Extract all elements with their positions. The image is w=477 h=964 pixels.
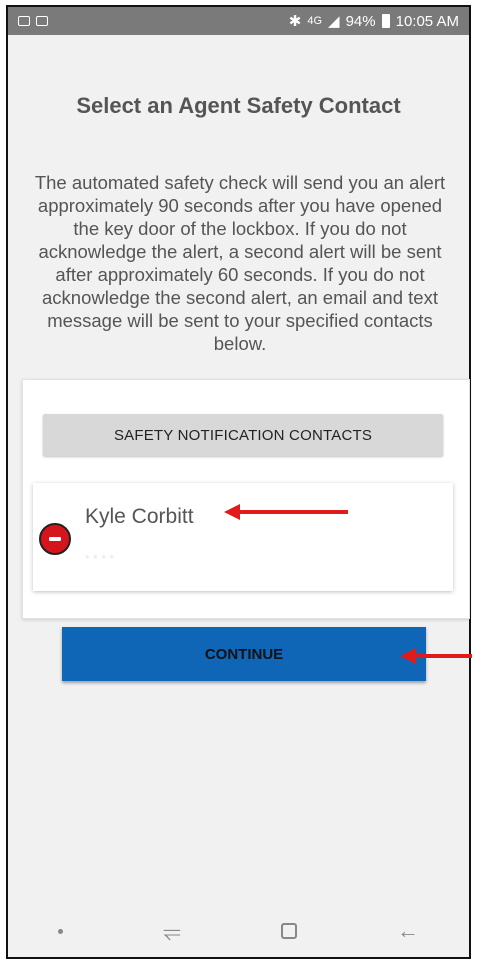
- image-icon: [36, 16, 48, 26]
- contacts-card: SAFETY NOTIFICATION CONTACTS Kyle Corbit…: [22, 379, 470, 619]
- home-icon[interactable]: [280, 923, 297, 939]
- battery-icon: [381, 14, 390, 28]
- remove-circle-icon[interactable]: [39, 523, 71, 555]
- status-right: ✱ 4G ◢ 94% 10:05 AM: [288, 12, 459, 31]
- recent-apps-icon[interactable]: ⥫: [163, 918, 181, 944]
- continue-button[interactable]: CONTINUE: [62, 627, 426, 681]
- contact-item[interactable]: Kyle Corbitt • • • •: [33, 483, 453, 591]
- signal-icon: ◢: [328, 13, 340, 30]
- annotation-arrow-contact: [224, 504, 348, 526]
- mail-icon: [18, 16, 30, 26]
- page-title: Select an Agent Safety Contact: [76, 93, 401, 118]
- dot-icon: [58, 928, 64, 934]
- network-label: 4G: [307, 15, 323, 27]
- app-screen: ✱ 4G ◢ 94% 10:05 AM Select an Agent Safe…: [6, 5, 472, 959]
- clock: 10:05 AM: [395, 12, 459, 30]
- status-bar: ✱ 4G ◢ 94% 10:05 AM: [8, 7, 469, 35]
- safety-contacts-header-button[interactable]: SAFETY NOTIFICATION CONTACTS: [43, 414, 443, 456]
- contact-name: Kyle Corbitt: [85, 505, 194, 528]
- battery-percent: 94%: [345, 12, 376, 30]
- annotation-arrow-continue: [400, 648, 472, 670]
- back-icon[interactable]: ←: [397, 918, 419, 944]
- navigation-bar: ⥫ ←: [8, 905, 469, 957]
- safety-description: The automated safety check will send you…: [34, 172, 446, 354]
- contact-detail: • • • •: [85, 549, 115, 564]
- status-left-icons: [18, 16, 48, 26]
- bluetooth-icon: ✱: [288, 13, 302, 30]
